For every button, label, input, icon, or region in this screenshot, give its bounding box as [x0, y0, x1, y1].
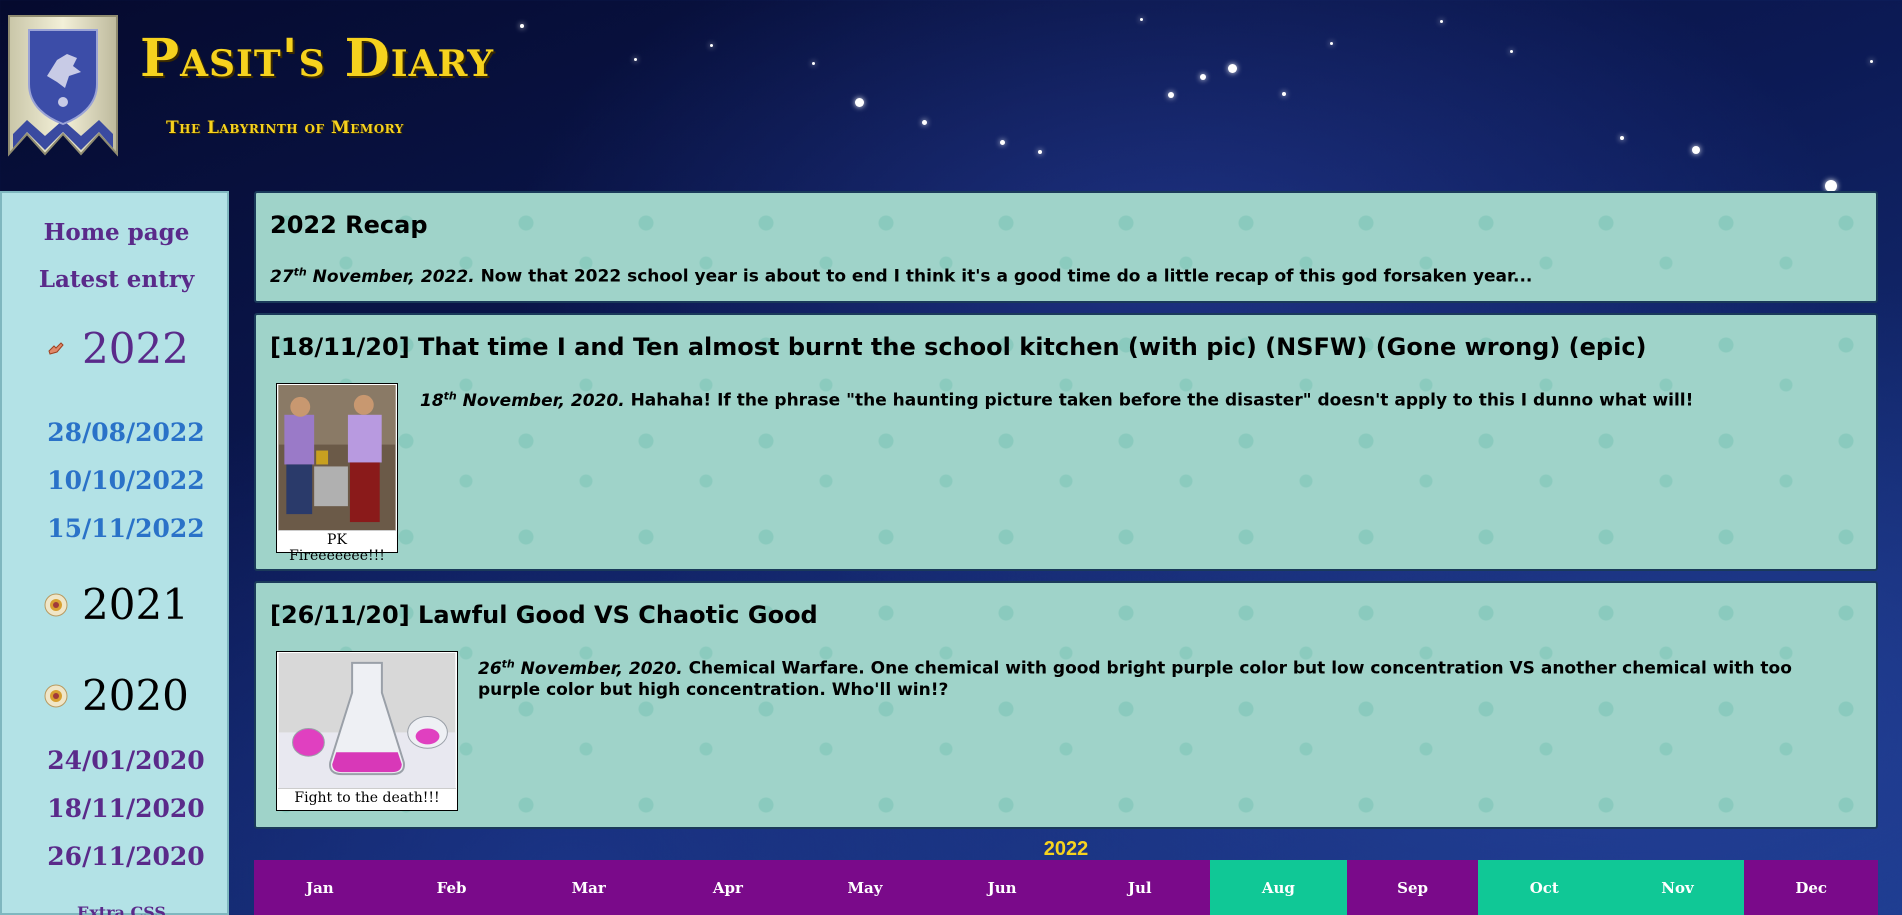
- entry-card[interactable]: 2022 Recap 27th November, 2022. Now that…: [254, 191, 1878, 303]
- date-link-18-11-2020[interactable]: 18/11/2020: [2, 794, 250, 823]
- entry-date: 27th November, 2022.: [270, 265, 475, 287]
- seal-icon: [44, 684, 68, 708]
- year-2020-toggle[interactable]: 2020: [44, 670, 189, 722]
- entry-date: 26th November, 2020.: [478, 657, 683, 679]
- month-feb[interactable]: Feb: [385, 860, 518, 915]
- entry-thumbnail[interactable]: PK Fireeeeeee!!!: [276, 383, 398, 564]
- year-2022-toggle[interactable]: 2022: [44, 323, 189, 375]
- entry-summary: 26th November, 2020. Chemical Warfare. O…: [478, 657, 1792, 700]
- entry-card[interactable]: [26/11/20] Lawful Good VS Chaotic Good F…: [254, 581, 1878, 829]
- entry-card[interactable]: [18/11/20] That time I and Ten almost bu…: [254, 313, 1878, 571]
- entry-summary: 27th November, 2022. Now that 2022 schoo…: [270, 265, 1533, 287]
- entry-thumbnail[interactable]: Fight to the death!!!: [276, 651, 458, 811]
- month-dec[interactable]: Dec: [1744, 860, 1878, 915]
- site-title[interactable]: Pasit's Diary: [140, 28, 494, 89]
- thumbnail-caption: PK Fireeeeeee!!!: [289, 532, 385, 564]
- home-page-link[interactable]: Home page: [2, 219, 231, 246]
- month-apr[interactable]: Apr: [660, 860, 796, 915]
- month-jul[interactable]: Jul: [1069, 860, 1210, 915]
- site-subtitle: The Labyrinth of Memory: [166, 118, 404, 138]
- entry-title[interactable]: [26/11/20] Lawful Good VS Chaotic Good: [270, 601, 818, 629]
- date-link-10-10-2022[interactable]: 10/10/2022: [2, 466, 250, 495]
- seal-icon: [44, 593, 68, 617]
- entry-summary: 18th November, 2020. Hahaha! If the phra…: [420, 389, 1694, 411]
- month-mar[interactable]: Mar: [517, 860, 660, 915]
- year-2021-toggle[interactable]: 2021: [44, 579, 189, 631]
- year-label-2020: 2020: [82, 671, 189, 720]
- chemistry-photo: [278, 653, 456, 789]
- month-jun[interactable]: Jun: [934, 860, 1070, 915]
- month-nov[interactable]: Nov: [1610, 860, 1745, 915]
- month-oct[interactable]: Oct: [1477, 860, 1611, 915]
- entry-date: 18th November, 2020.: [420, 389, 625, 411]
- month-calendar-bar: Jan Feb Mar Apr May Jun Jul Aug Sep Oct …: [254, 860, 1878, 915]
- date-link-26-11-2020[interactable]: 26/11/2020: [2, 842, 250, 871]
- entry-title[interactable]: 2022 Recap: [270, 211, 428, 239]
- pointing-hand-icon: [44, 337, 68, 361]
- date-link-24-01-2020[interactable]: 24/01/2020: [2, 746, 250, 775]
- month-jan[interactable]: Jan: [254, 860, 386, 915]
- calendar-year-label: 2022: [1043, 838, 1089, 860]
- date-link-28-08-2022[interactable]: 28/08/2022: [2, 418, 250, 447]
- year-label-2021: 2021: [82, 580, 189, 629]
- heraldic-banner-logo[interactable]: [7, 14, 119, 174]
- year-label-2022: 2022: [82, 324, 189, 373]
- extra-css-link[interactable]: Extra CSS: [77, 903, 166, 915]
- month-aug[interactable]: Aug: [1209, 860, 1348, 915]
- sidebar-nav: Home page Latest entry 2022 28/08/2022 1…: [0, 191, 229, 915]
- kitchen-photo: [278, 385, 396, 531]
- latest-entry-link[interactable]: Latest entry: [2, 266, 231, 293]
- thumbnail-caption: Fight to the death!!!: [294, 790, 440, 806]
- month-sep[interactable]: Sep: [1347, 860, 1478, 915]
- date-link-15-11-2022[interactable]: 15/11/2022: [2, 514, 250, 543]
- entry-title[interactable]: [18/11/20] That time I and Ten almost bu…: [270, 333, 1647, 361]
- month-may[interactable]: May: [795, 860, 935, 915]
